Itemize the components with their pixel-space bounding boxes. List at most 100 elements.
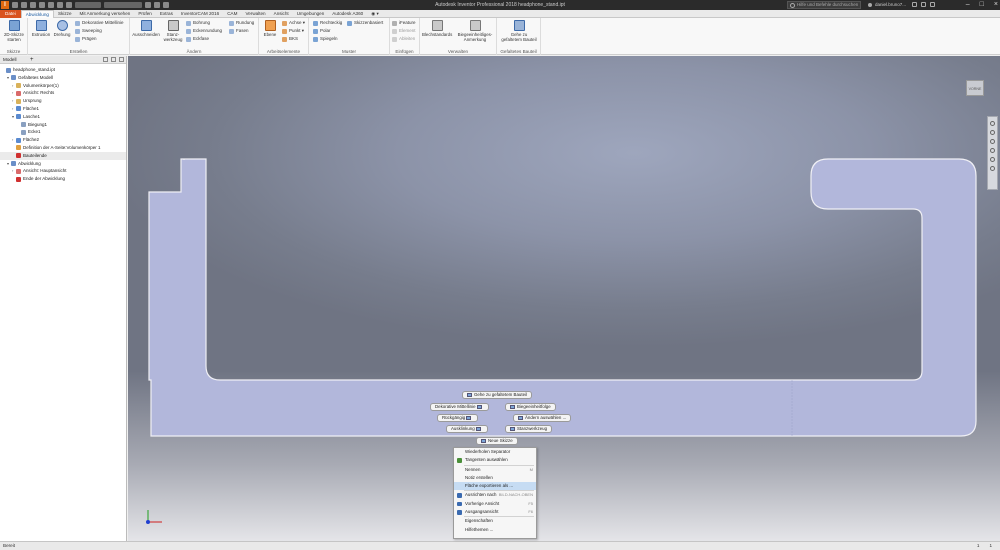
tree-node[interactable]: › Ansicht: Rechts: [0, 89, 126, 97]
blechstandards-button[interactable]: Blechstandards: [422, 20, 452, 37]
search-icon[interactable]: [111, 57, 116, 62]
tree-node[interactable]: ▾ Abwicklung: [0, 160, 126, 168]
context-menu-item[interactable]: Ausgangsansicht F6: [454, 508, 536, 516]
mm-ausklinkung[interactable]: Ausklinkung: [446, 425, 488, 433]
graphics-viewport[interactable]: VORNE: [128, 56, 1000, 541]
filter-icon[interactable]: [103, 57, 108, 62]
tab-anmerkung[interactable]: Mit Anmerkung versehen: [76, 10, 135, 18]
exchange-icon[interactable]: [921, 2, 926, 7]
context-menu-item[interactable]: Vorherige Ansicht F5: [454, 500, 536, 508]
go-to-folded-button[interactable]: Gehe zu gefaltetem Bauteil: [499, 20, 539, 42]
flat-pattern-part[interactable]: [128, 56, 1000, 541]
tree-node[interactable]: Biegung1: [0, 121, 126, 129]
spiegeln-button[interactable]: Spiegeln: [313, 36, 338, 42]
tab-abwicklung[interactable]: Abwicklung: [20, 9, 54, 18]
extrusion-button[interactable]: Extrusion: [31, 20, 51, 37]
tab-cam[interactable]: CAM: [223, 10, 241, 18]
tree-node[interactable]: › Fläche1: [0, 105, 126, 113]
tab-datei[interactable]: Datei: [0, 9, 21, 18]
ableiten-button[interactable]: Ableiten: [392, 36, 415, 42]
bks-button[interactable]: BKS: [282, 36, 298, 42]
orbit-icon[interactable]: [990, 148, 995, 153]
status-count-2: 1: [989, 543, 992, 548]
tab-skizze[interactable]: Skizze: [54, 10, 76, 18]
ebene-button[interactable]: Ebene: [261, 20, 279, 37]
fasen-button[interactable]: Fasen: [229, 28, 249, 34]
mm-aendern-auswaehlen[interactable]: Ändern auswählen ...: [513, 414, 572, 422]
flat-pattern-outline[interactable]: [148, 158, 977, 437]
close-button[interactable]: ×: [994, 0, 998, 10]
tab-a360[interactable]: Autodesk A360: [328, 10, 367, 18]
ifeature-button[interactable]: iFeature: [392, 20, 416, 26]
punkt-button[interactable]: Punkt ▾: [282, 28, 304, 34]
skizzenbasiert-button[interactable]: Skizzenbasiert: [347, 20, 383, 26]
add-browser-tab-button[interactable]: +: [30, 56, 34, 64]
ausschneiden-button[interactable]: Ausschneiden: [132, 20, 160, 37]
tab-more[interactable]: ◉ ▾: [367, 10, 383, 18]
menu-icon[interactable]: [119, 57, 124, 62]
tree-node[interactable]: Definition der A-Seite:Volumenkörper 1: [0, 144, 126, 152]
menu-item-icon: [457, 458, 462, 463]
achse-button[interactable]: Achse ▾: [282, 20, 305, 26]
tree-node[interactable]: › Ansicht: Hauptansicht: [0, 167, 126, 175]
pan-icon[interactable]: [990, 130, 995, 135]
user-account[interactable]: daniel.bruno7...: [868, 0, 906, 10]
mm-stanzwerkzeug[interactable]: Stanzwerkzeug: [505, 425, 553, 433]
tree-node[interactable]: Ecke1: [0, 128, 126, 136]
tab-verwalten[interactable]: Verwalten: [241, 10, 269, 18]
tree-node[interactable]: ▾ Gefaltetes Modell: [0, 74, 126, 82]
cart-icon[interactable]: [912, 2, 917, 7]
tree-node[interactable]: headphone_stand.ipt: [0, 66, 126, 74]
mm-gehe-zu-gefaltetem-bauteil[interactable]: Gehe zu gefaltetem Bauteil: [462, 391, 532, 399]
minimize-button[interactable]: –: [966, 0, 970, 10]
mm-dekorative-mittellinie[interactable]: Dekorative Mittellinie: [430, 403, 489, 411]
drehung-button[interactable]: Drehung: [52, 20, 72, 37]
biegeeinheitliges-button[interactable]: Biegeeinheitliges- Anmerkung: [454, 20, 496, 42]
tree-node[interactable]: ▾ Lasche1: [0, 113, 126, 121]
context-menu-item[interactable]: Eigenschaften: [454, 517, 536, 525]
tree-node[interactable]: › Ursprung: [0, 97, 126, 105]
viewcube-face[interactable]: VORNE: [966, 80, 984, 96]
steering-wheel-icon[interactable]: [990, 121, 995, 126]
look-at-icon[interactable]: [990, 157, 995, 162]
context-menu-item[interactable]: Nennen M: [454, 466, 536, 474]
maximize-button[interactable]: □: [980, 0, 984, 10]
bohrung-button[interactable]: Bohrung: [186, 20, 210, 26]
stanzwerkzeug-button[interactable]: Stanz- werkzeug: [162, 20, 184, 42]
mm-neue-skizze[interactable]: Neue Skizze: [476, 437, 518, 445]
viewcube[interactable]: VORNE: [964, 76, 986, 98]
browser-tab-modell[interactable]: Modell: [3, 57, 17, 62]
tab-extras[interactable]: Extras: [156, 10, 177, 18]
rechteckig-button[interactable]: Rechteckig: [313, 20, 342, 26]
tab-umgebungen[interactable]: Umgebungen: [293, 10, 329, 18]
zoom-icon[interactable]: [990, 139, 995, 144]
tab-inventorcam[interactable]: InventorCAM 2016: [177, 10, 223, 18]
tab-pruefen[interactable]: Prüfen: [134, 10, 156, 18]
start-2d-sketch-button[interactable]: 2D-Skizze starten: [2, 20, 26, 42]
tree-node[interactable]: › Fläche2: [0, 136, 126, 144]
context-menu-item[interactable]: Fläche exportieren als ...: [454, 482, 536, 491]
context-menu-item[interactable]: Notiz erstellen: [454, 474, 536, 482]
context-menu-item[interactable]: Ausrichten nach BILD-NACH-OBEN: [454, 491, 536, 499]
sweeping-button[interactable]: Sweeping: [75, 28, 102, 34]
eckenrundung-button[interactable]: Eckenrundung: [186, 28, 222, 34]
dekorative-mittellinie-button[interactable]: Dekorative Mittellinie: [75, 20, 124, 26]
praegen-button[interactable]: Prägen: [75, 36, 97, 42]
navbar-menu-icon[interactable]: [990, 166, 995, 171]
eckfase-button[interactable]: Eckfase: [186, 36, 209, 42]
context-menu-item[interactable]: Wiederholen Separator: [454, 448, 536, 456]
tree-node[interactable]: Ende der Abwicklung: [0, 175, 126, 183]
group-erstellen: Extrusion Drehung Dekorative Mittellinie…: [28, 18, 130, 55]
mm-biegeeinheitfolge[interactable]: Biegeeinheitfolge: [505, 403, 556, 411]
context-menu-item[interactable]: Tangenten auswählen: [454, 456, 536, 464]
help-search-input[interactable]: Hilfe und Befehle durchsuchen ...: [787, 1, 861, 13]
tab-ansicht[interactable]: Ansicht: [270, 10, 293, 18]
mm-rueckgaengig[interactable]: Rückgängig: [437, 414, 479, 422]
tree-node[interactable]: › Volumenkörper(1): [0, 82, 126, 90]
help-icon[interactable]: [930, 2, 935, 7]
rundung-button[interactable]: Rundung: [229, 20, 254, 26]
context-menu-item[interactable]: Hilfethemen ...: [454, 526, 536, 534]
element-button[interactable]: Element: [392, 28, 416, 34]
tree-node[interactable]: Bauteilende: [0, 151, 126, 160]
polar-button[interactable]: Polar: [313, 28, 331, 34]
